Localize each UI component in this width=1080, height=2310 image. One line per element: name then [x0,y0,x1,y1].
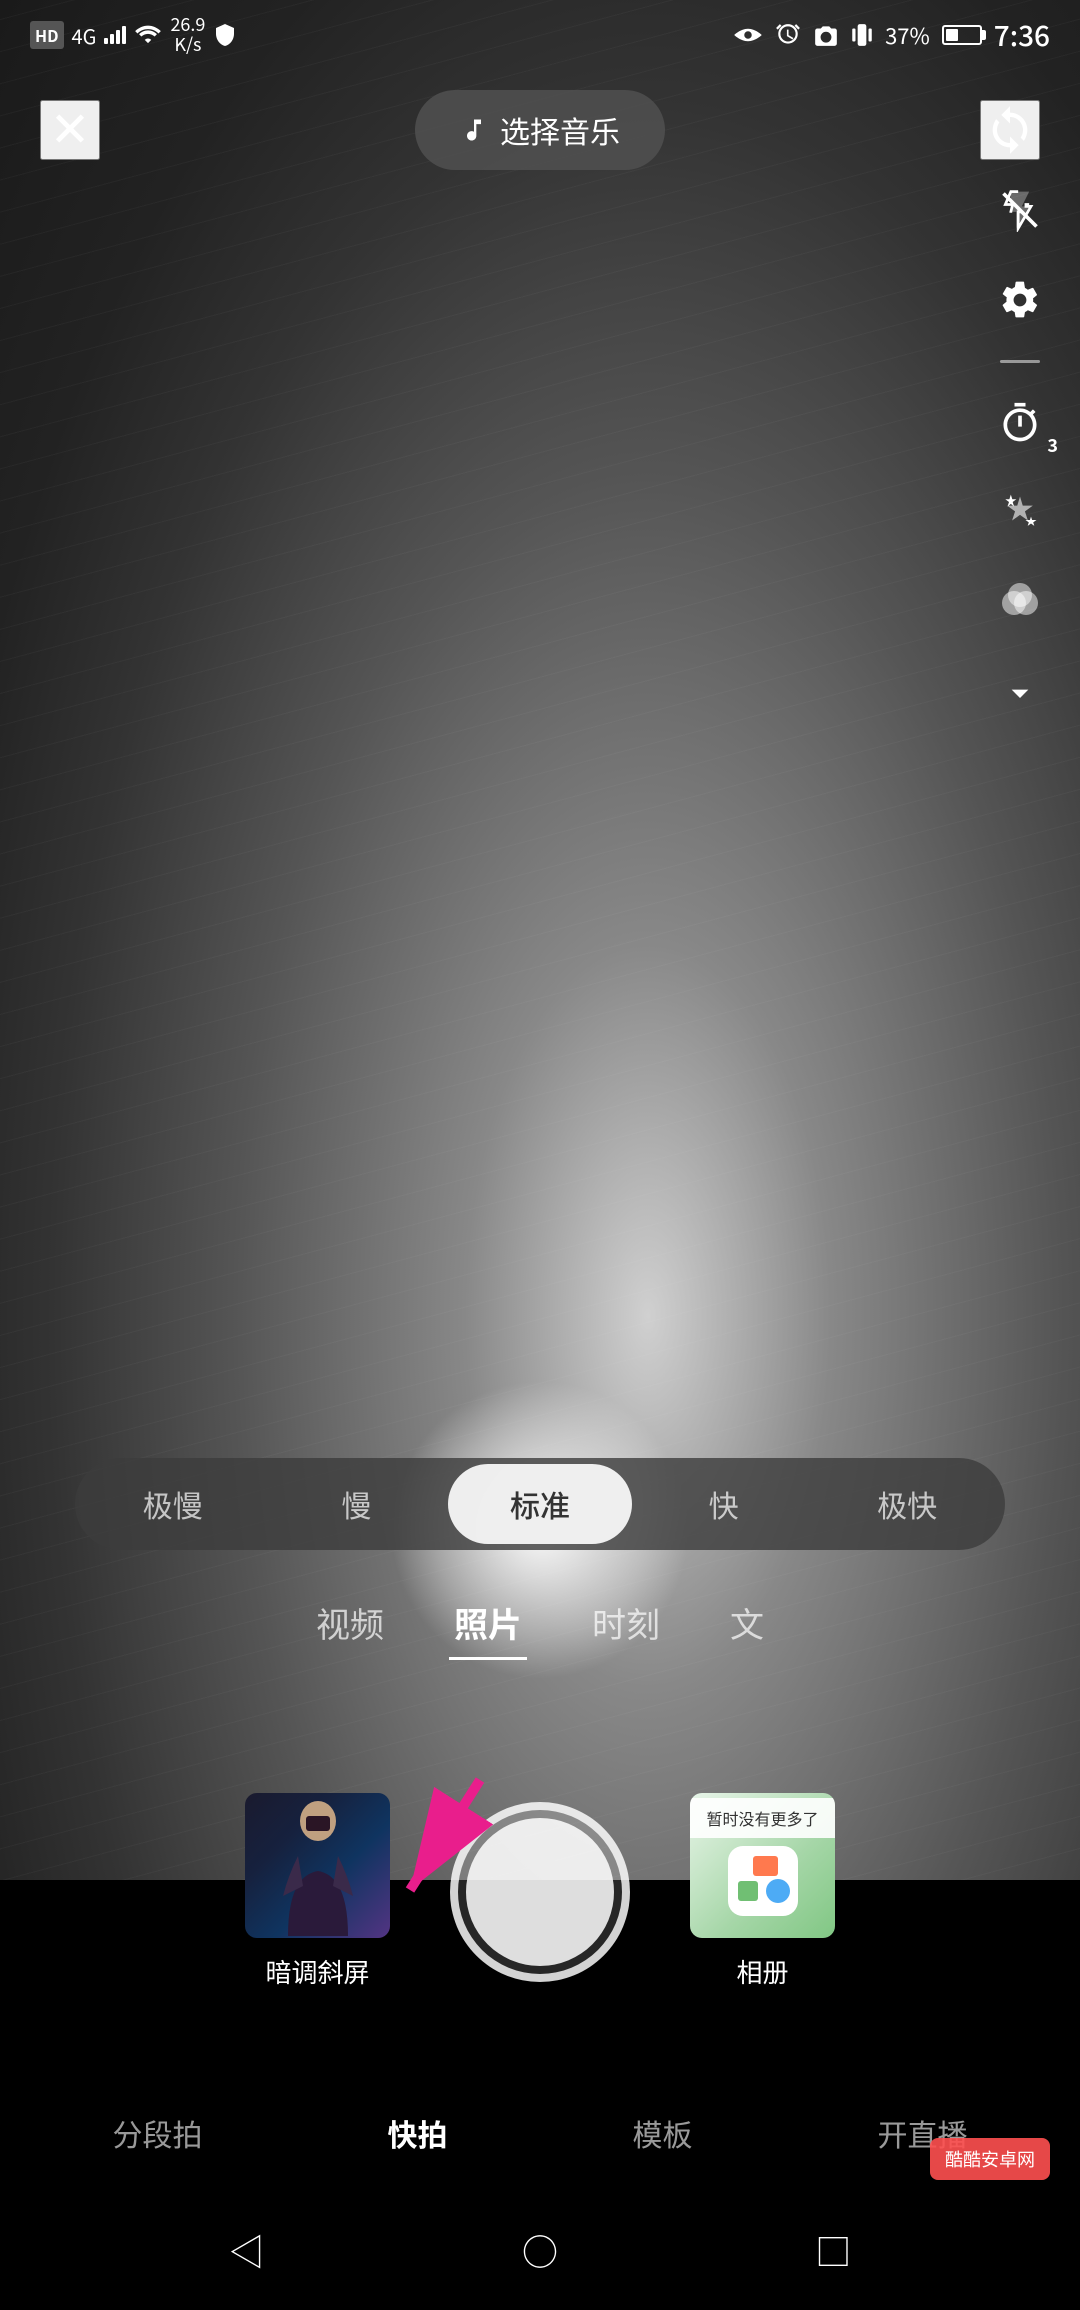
more-options-button[interactable] [990,663,1050,723]
eye-icon [733,25,763,45]
system-nav-bar: ◁ ○ □ [0,2190,1080,2310]
recent-apps-button[interactable]: □ [803,2220,863,2280]
color-filter-icon [996,579,1044,627]
settings-button[interactable] [990,270,1050,330]
watermark: 酷酷安卓网 [930,2138,1050,2180]
speed-selector: 极慢 慢 标准 快 极快 [75,1458,1005,1550]
mode-tab-text[interactable]: 文 [725,1588,769,1660]
4g-label: 4G [72,21,97,50]
thumbnail-image [245,1793,390,1938]
speed-tab-slow[interactable]: 慢 [265,1464,449,1544]
shutter-button[interactable] [450,1802,630,1982]
watermark-badge: 酷酷安卓网 [930,2138,1050,2180]
vibrate-icon [851,22,873,48]
filter-thumbnail-label: 暗调斜屏 [265,1953,369,1990]
time-display: 7:36 [994,15,1050,55]
watermark-text: 酷酷安卓网 [945,2146,1035,2172]
back-icon: ◁ [229,2224,265,2276]
speed-tabs-container: 极慢 慢 标准 快 极快 [75,1458,1005,1550]
sparkle-icon [998,491,1042,535]
person-silhouette [268,1796,368,1936]
signal-bars [104,26,126,44]
close-button[interactable]: ✕ [40,100,100,160]
right-toolbar: 3 [990,180,1050,723]
home-icon: ○ [522,2224,558,2276]
chevron-down-icon [1000,673,1040,713]
settings-icon [998,278,1042,322]
camera-status-icon [813,24,839,46]
music-label: 选择音乐 [500,108,620,152]
camera-flip-button[interactable] [980,100,1040,160]
color-filter-button[interactable] [990,573,1050,633]
flash-button[interactable] [990,180,1050,240]
album-thumbnail-wrap[interactable]: 暂时没有更多了 相册 [690,1793,835,1990]
home-button[interactable]: ○ [510,2220,570,2280]
top-controls: ✕ 选择音乐 [0,70,1080,190]
filter-thumbnail[interactable] [245,1793,390,1938]
filter-thumbnail-wrap[interactable]: 暗调斜屏 [245,1793,390,1990]
album-app-icon [723,1841,803,1921]
recent-icon: □ [815,2224,851,2276]
timer-icon [998,401,1042,445]
status-bar: HD 4G 26.9K/s [0,0,1080,70]
speed-label: 26.9K/s [170,15,205,55]
bottom-camera-controls: 暗调斜屏 暂时没有更多了 相册 [0,1793,1080,1990]
flash-off-icon [998,188,1042,232]
music-icon [460,116,488,144]
timer-button[interactable]: 3 [990,393,1050,453]
shutter-inner [466,1818,614,1966]
mode-tab-video[interactable]: 视频 [311,1588,389,1660]
mode-tabs: 视频 照片 时刻 文 [0,1588,1080,1660]
close-icon: ✕ [50,102,90,158]
album-label: 相册 [736,1953,788,1990]
status-right: 37% 7:36 [733,15,1050,55]
beautify-button[interactable] [990,483,1050,543]
battery-icon [942,25,982,45]
music-select-button[interactable]: 选择音乐 [415,90,665,170]
battery-percent: 37% [885,19,930,51]
speed-tab-fast[interactable]: 快 [632,1464,816,1544]
speed-tab-very-fast[interactable]: 极快 [815,1464,999,1544]
bottom-nav: 分段拍 快拍 模板 开直播 [0,2076,1080,2190]
speed-tab-standard[interactable]: 标准 [448,1464,632,1544]
album-thumbnail[interactable]: 暂时没有更多了 [690,1793,835,1938]
mode-tab-photo[interactable]: 照片 [449,1588,527,1660]
nav-item-segment[interactable]: 分段拍 [98,2106,218,2160]
alarm-icon [775,22,801,48]
refresh-icon [984,104,1036,156]
hd-badge: HD [30,21,64,49]
status-left: HD 4G 26.9K/s [30,15,237,55]
speed-tab-very-slow[interactable]: 极慢 [81,1464,265,1544]
nav-item-template[interactable]: 模板 [618,2106,708,2160]
back-button[interactable]: ◁ [217,2220,277,2280]
wifi-icon [134,24,162,46]
toolbar-divider [1000,360,1040,363]
timer-count-badge: 3 [1047,432,1058,458]
security-icon [213,23,237,47]
album-notification: 暂时没有更多了 [690,1798,835,1838]
album-image: 暂时没有更多了 [690,1793,835,1938]
mode-tab-moment[interactable]: 时刻 [587,1588,665,1660]
nav-item-quick[interactable]: 快拍 [373,2106,463,2160]
